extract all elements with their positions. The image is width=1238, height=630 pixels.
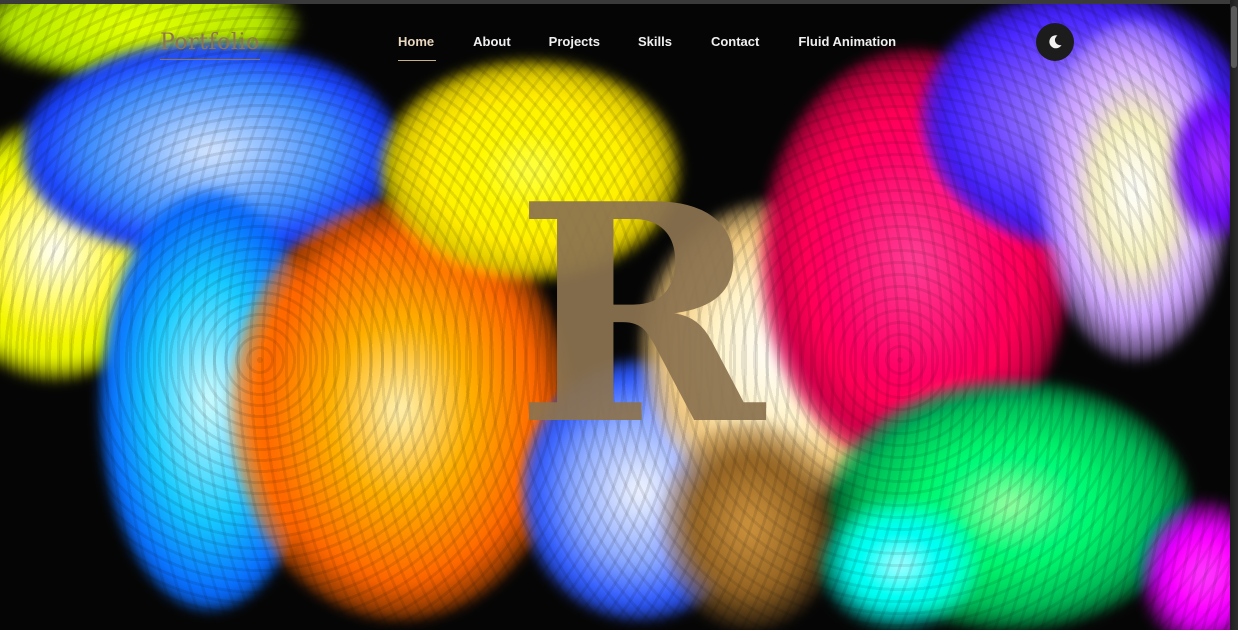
theme-toggle-button[interactable] (1036, 23, 1074, 61)
nav-projects[interactable]: Projects (549, 34, 600, 49)
scrollbar-track[interactable] (1230, 0, 1238, 630)
moon-icon (1049, 35, 1062, 49)
nav-contact[interactable]: Contact (711, 34, 759, 49)
main-nav: Home About Projects Skills Contact Fluid… (398, 34, 896, 61)
site-logo[interactable]: Portfolio (160, 30, 260, 60)
nav-fluid-animation[interactable]: Fluid Animation (798, 34, 896, 49)
nav-home[interactable]: Home (398, 34, 437, 61)
hero-monogram: R (515, 138, 765, 491)
site-header: Portfolio Home About Projects Skills Con… (0, 0, 1230, 84)
nav-about[interactable]: About (473, 34, 511, 49)
nav-skills[interactable]: Skills (638, 34, 672, 49)
page: Portfolio Home About Projects Skills Con… (0, 0, 1238, 630)
scrollbar-thumb[interactable] (1231, 6, 1237, 68)
